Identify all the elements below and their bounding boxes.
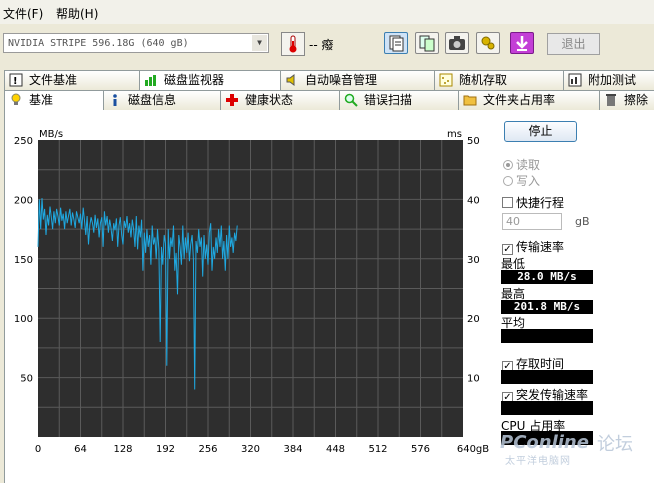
y2-tick-label: 10 — [467, 374, 480, 385]
y-tick-label: 50 — [20, 374, 33, 385]
check-icon: ✓ — [502, 244, 513, 255]
x-tick-label: 448 — [326, 444, 345, 455]
transfer-rate-checkbox[interactable]: ✓ 传输速率 — [502, 238, 564, 255]
quick-stroke-unit: gB — [575, 215, 590, 228]
x-tick-label: 384 — [283, 444, 302, 455]
x-tick-label: 512 — [368, 444, 387, 455]
y-axis-label-left: MB/s — [39, 129, 63, 140]
y2-tick-label: 50 — [467, 136, 480, 147]
quick-stroke-checkbox[interactable]: 快捷行程 — [502, 194, 564, 211]
y2-tick-label: 20 — [467, 314, 480, 325]
y-tick-label: 200 — [14, 195, 33, 206]
y-tick-label: 100 — [14, 314, 33, 325]
write-radio[interactable]: 写入 — [503, 172, 540, 189]
y-tick-label: 250 — [14, 136, 33, 147]
grid-lines — [38, 140, 463, 437]
minimum-value: 28.0 MB/s — [501, 270, 593, 284]
y2-tick-label: 40 — [467, 195, 480, 206]
access-time-value — [501, 370, 593, 384]
x-tick-label: 64 — [74, 444, 87, 455]
x-tick-label: 128 — [113, 444, 132, 455]
y2-tick-label: 30 — [467, 255, 480, 266]
x-tick-label: 320 — [241, 444, 260, 455]
x-tick-label: 640gB — [457, 444, 489, 455]
maximum-value: 201.8 MB/s — [501, 300, 593, 314]
radio-dot — [503, 176, 513, 186]
radio-dot — [503, 160, 513, 170]
x-tick-label: 256 — [198, 444, 217, 455]
average-value — [501, 329, 593, 343]
y-tick-label: 150 — [14, 255, 33, 266]
y-axis-label-right: ms — [447, 129, 462, 140]
read-radio[interactable]: 读取 — [503, 156, 540, 173]
watermark-sub: 太平洋电脑网 — [505, 456, 571, 467]
burst-rate-value — [501, 401, 593, 415]
watermark-cn: 论坛 — [597, 434, 633, 455]
watermark-brand: PConline — [500, 432, 589, 453]
x-tick-label: 576 — [411, 444, 430, 455]
x-tick-label: 0 — [35, 444, 41, 455]
quick-stroke-input[interactable]: 40 — [502, 213, 562, 230]
stop-button[interactable]: 停止 — [504, 121, 577, 142]
x-tick-label: 192 — [156, 444, 175, 455]
checkbox-box — [502, 197, 513, 208]
